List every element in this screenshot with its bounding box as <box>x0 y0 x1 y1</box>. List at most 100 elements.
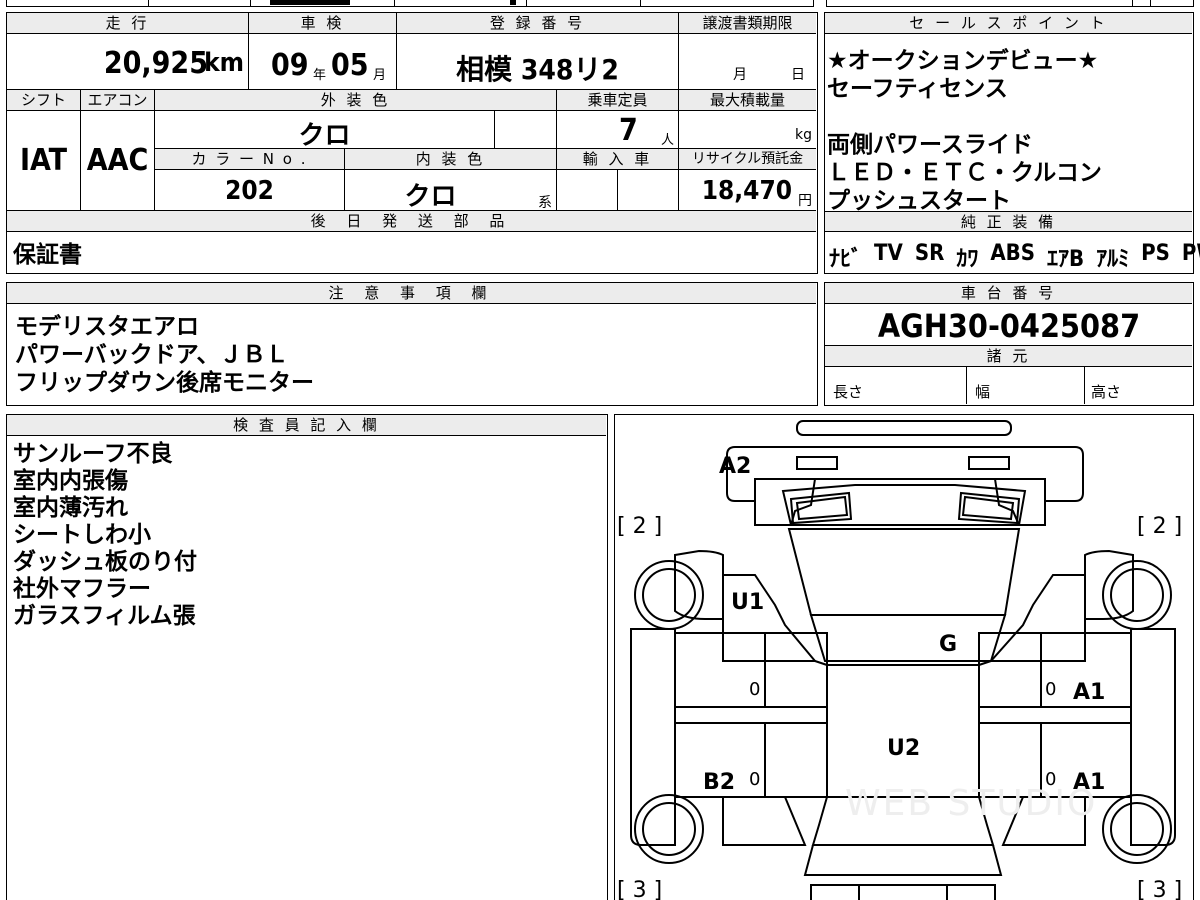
color-no-header: カ ラ ー N o . <box>155 149 345 170</box>
bracket-top-right: [ 2 ] <box>1137 514 1182 539</box>
bracket-bottom-right: [ 3 ] <box>1137 878 1182 900</box>
fog-left <box>796 456 838 470</box>
equipment-ps: PS <box>1141 241 1170 266</box>
exterior-color-header: 外 装 色 <box>155 90 557 111</box>
side-right <box>1130 628 1176 846</box>
color-no-value: 202 <box>225 176 274 206</box>
interior-color-value: クロ <box>404 182 457 211</box>
recycle-value: 18,470 <box>701 176 792 206</box>
mark-zero: 0 <box>749 769 760 790</box>
notes-panel: 注 意 事 項 欄 モデリスタエアロ パワーバックドア、ＪＢＬ フリップダウン後… <box>6 282 818 406</box>
mark-b2: B2 <box>703 770 735 795</box>
load-header: 最大積載量 <box>679 90 816 111</box>
equipment-pw: PW <box>1181 241 1200 266</box>
inspector-line: 室内薄汚れ <box>13 495 128 521</box>
inspector-lines: サンルーフ不良 室内内張傷 室内薄汚れ シートしわ小 ダッシュ板のり付 社外マフ… <box>13 441 197 630</box>
inspector-header: 検 査 員 記 入 欄 <box>7 415 606 436</box>
mark-a1-front: A1 <box>1073 680 1105 705</box>
mark-zero: 0 <box>749 679 760 700</box>
rear-wheel-left <box>634 794 704 864</box>
deadline-day: 日 <box>791 67 805 83</box>
exterior-color-extra <box>495 111 557 149</box>
front-wheel-right <box>1102 560 1172 630</box>
fog-right <box>968 456 1010 470</box>
capacity-unit: 人 <box>660 133 674 148</box>
deadline-header: 譲渡書類期限 <box>679 13 816 34</box>
aircon-header: エアコン <box>81 90 155 111</box>
side-left <box>630 628 676 846</box>
recycle-unit: 円 <box>798 193 812 209</box>
shift-value: IAT <box>19 143 67 178</box>
sales-point-panel: セ ー ル ス ポ イ ン ト ★オークションデビュー★ セーフティセンス 両側… <box>824 12 1200 274</box>
equipment-sunroof: SR <box>914 241 945 266</box>
sales-point-line: ★オークションデビュー★ <box>827 48 1099 74</box>
sales-point-line: ＬＥＤ・ＥＴＣ・クルコン <box>827 160 1102 186</box>
registration-cell: 相模 348リ2 <box>397 34 679 90</box>
front-wheel-left <box>634 560 704 630</box>
import-cell-left <box>557 170 618 211</box>
load-cell: kg <box>679 111 816 149</box>
inspection-header: 車 検 <box>249 13 397 34</box>
registration-value: 相模 348リ2 <box>456 53 619 86</box>
mark-u1: U1 <box>731 590 764 615</box>
inspector-panel: 検 査 員 記 入 欄 サンルーフ不良 室内内張傷 室内薄汚れ シートしわ小 ダ… <box>6 414 608 900</box>
vehicle-info-table: 走 行 車 検 登 録 番 号 譲渡書類期限 20,925 km 09 年 05… <box>6 12 818 274</box>
sales-point-lines: ★オークションデビュー★ セーフティセンス 両側パワースライド ＬＥＤ・ＥＴＣ・… <box>827 47 1102 215</box>
roof <box>809 614 1007 662</box>
inspector-line: サンルーフ不良 <box>13 441 173 467</box>
sales-point-line <box>827 103 1102 131</box>
exterior-color-cell: クロ <box>155 111 495 149</box>
inspection-month: 05 <box>331 48 369 83</box>
car-diagram: [ 2 ] [ 2 ] [ 3 ] [ 3 ] A2 U1 G A1 U2 B2… <box>617 420 1182 900</box>
notes-line: フリップダウン後席モニター <box>15 370 314 396</box>
mark-u2: U2 <box>887 736 920 761</box>
registration-header: 登 録 番 号 <box>397 13 679 34</box>
mileage-unit: km <box>204 48 244 78</box>
shift-header: シフト <box>7 90 81 111</box>
sales-point-header: セ ー ル ス ポ イ ン ト <box>825 13 1192 34</box>
windshield <box>787 528 1021 616</box>
equipment-leather: ｶﾜ <box>956 247 979 272</box>
aircon-cell: AAC <box>81 111 155 211</box>
front-lip <box>796 420 1012 436</box>
inspector-line: シートしわ小 <box>13 522 151 548</box>
specs-header: 諸 元 <box>825 345 1192 367</box>
notes-header: 注 意 事 項 欄 <box>7 283 816 304</box>
interior-color-cell: クロ 系 <box>345 170 557 211</box>
inspector-line: ガラスフィルム張 <box>13 603 196 629</box>
interior-color-suffix: 系 <box>538 195 552 211</box>
mark-g: G <box>939 632 957 657</box>
equipment-airbag: ｴｱB <box>1047 247 1085 272</box>
import-header: 輸 入 車 <box>557 149 679 170</box>
chassis-number: AGH30-0425087 <box>877 307 1141 345</box>
front-fender-right <box>1084 549 1134 620</box>
rear-wheel-right <box>1102 794 1172 864</box>
equipment-tv: TV <box>874 241 903 266</box>
cabin-roof <box>826 664 980 798</box>
inspector-line: ダッシュ板のり付 <box>13 549 197 575</box>
inspection-year: 09 <box>271 48 309 83</box>
import-cell-right <box>618 170 679 211</box>
later-parts-value: 保証書 <box>13 242 82 268</box>
capacity-value: 7 <box>619 113 638 148</box>
mileage-value: 20,925 <box>103 46 208 81</box>
mark-zero: 0 <box>1045 679 1056 700</box>
notes-lines: モデリスタエアロ パワーバックドア、ＪＢＬ フリップダウン後席モニター <box>15 313 314 397</box>
aircon-value: AAC <box>86 143 149 178</box>
mileage-header: 走 行 <box>7 13 249 34</box>
inspection-month-unit: 月 <box>373 68 387 83</box>
sales-point-line: セーフティセンス <box>827 76 1008 102</box>
spec-height: 高さ <box>1091 383 1122 401</box>
inspector-line: 社外マフラー <box>13 576 151 602</box>
shift-cell: IAT <box>7 111 81 211</box>
bracket-top-left: [ 2 ] <box>617 514 662 539</box>
equipment-abs: ABS <box>990 241 1036 266</box>
sales-point-line: 両側パワースライド <box>827 132 1033 158</box>
recycle-header: リサイクル預託金 <box>679 149 816 170</box>
front-bumper <box>726 446 1084 502</box>
mileage-cell: 20,925 km <box>7 34 249 90</box>
chassis-header: 車 台 番 号 <box>825 283 1192 304</box>
notes-line: モデリスタエアロ <box>15 314 199 340</box>
spec-length: 長さ <box>825 367 967 404</box>
capacity-cell: 7 人 <box>557 111 679 149</box>
